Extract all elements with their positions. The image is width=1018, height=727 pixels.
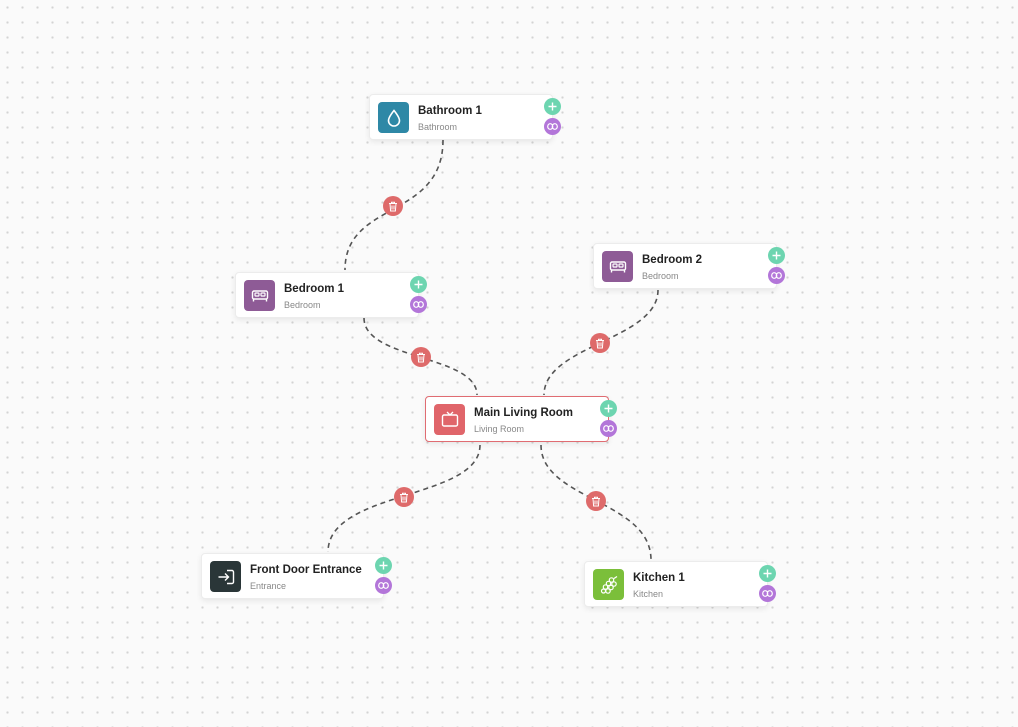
enter-icon — [210, 561, 241, 592]
add-room-button[interactable] — [375, 557, 392, 574]
trash-icon — [400, 492, 408, 502]
bed-icon — [602, 251, 633, 282]
add-room-button[interactable] — [410, 276, 427, 293]
plus-icon — [414, 280, 423, 289]
delete-edge-button[interactable] — [590, 333, 610, 353]
link-room-button[interactable] — [600, 420, 617, 437]
delete-edge-button[interactable] — [586, 491, 606, 511]
delete-edge-button[interactable] — [383, 196, 403, 216]
node-title: Bathroom 1 — [418, 105, 482, 117]
tv-icon — [434, 404, 465, 435]
node-title: Front Door Entrance — [250, 564, 362, 576]
link-icon — [762, 590, 773, 597]
link-icon — [771, 272, 782, 279]
node-title: Main Living Room — [474, 407, 574, 419]
add-room-button[interactable] — [600, 400, 617, 417]
add-room-button[interactable] — [759, 565, 776, 582]
bed-icon — [244, 280, 275, 311]
add-room-button[interactable] — [768, 247, 785, 264]
link-icon — [603, 425, 614, 432]
node-type: Bedroom — [642, 271, 679, 281]
delete-edge-button[interactable] — [411, 347, 431, 367]
delete-edge-button[interactable] — [394, 487, 414, 507]
trash-icon — [596, 338, 604, 348]
plus-icon — [604, 404, 613, 413]
link-room-button[interactable] — [375, 577, 392, 594]
room-node-main-living-room[interactable]: Main Living Room Living Room — [425, 396, 617, 442]
link-room-button[interactable] — [410, 296, 427, 313]
link-room-button[interactable] — [768, 267, 785, 284]
link-room-button[interactable] — [759, 585, 776, 602]
link-icon — [378, 582, 389, 589]
room-node-kitchen-1[interactable]: Kitchen 1 Kitchen — [584, 561, 776, 607]
plus-icon — [763, 569, 772, 578]
node-title: Bedroom 1 — [284, 283, 345, 295]
trash-icon — [389, 201, 397, 211]
grapes-icon — [593, 569, 624, 600]
link-room-button[interactable] — [544, 118, 561, 135]
trash-icon — [592, 496, 600, 506]
room-node-bedroom-2[interactable]: Bedroom 2 Bedroom — [593, 243, 785, 289]
water-drop-icon — [378, 102, 409, 133]
floor-plan-canvas[interactable]: Bathroom 1 Bathroom Bedroom 1 Bedroom Be… — [0, 0, 1018, 727]
add-room-button[interactable] — [544, 98, 561, 115]
node-type: Entrance — [250, 581, 287, 591]
trash-icon — [417, 352, 425, 362]
link-icon — [547, 123, 558, 130]
plus-icon — [772, 251, 781, 260]
node-type: Bathroom — [418, 122, 458, 132]
node-title: Kitchen 1 — [633, 572, 685, 584]
node-type: Living Room — [474, 424, 525, 434]
node-title: Bedroom 2 — [642, 254, 703, 266]
link-icon — [413, 301, 424, 308]
node-type: Kitchen — [633, 589, 664, 599]
room-node-front-door-entrance[interactable]: Front Door Entrance Entrance — [201, 553, 392, 599]
node-type: Bedroom — [284, 300, 321, 310]
plus-icon — [548, 102, 557, 111]
room-node-bathroom-1[interactable]: Bathroom 1 Bathroom — [369, 94, 561, 140]
room-node-bedroom-1[interactable]: Bedroom 1 Bedroom — [235, 272, 427, 318]
plus-icon — [379, 561, 388, 570]
